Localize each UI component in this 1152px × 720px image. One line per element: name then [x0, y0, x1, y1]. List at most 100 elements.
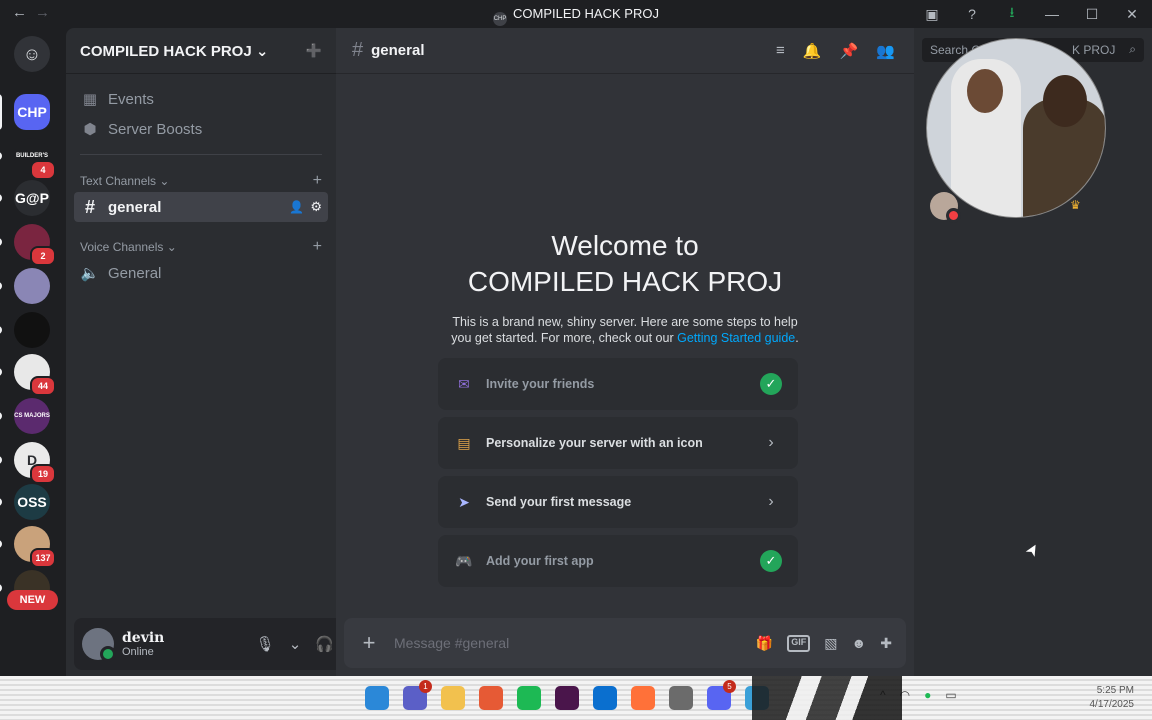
member-list: Search C K PROJ ⌕ ♛ ➤ [914, 28, 1152, 676]
server-icon-label: BUILDER'S [15, 153, 49, 159]
channel-title: general [371, 42, 425, 59]
unread-pip [0, 540, 2, 548]
hash-icon: # [352, 39, 364, 61]
onboarding-step[interactable]: 🎮 Add your first app ✓ [438, 535, 798, 587]
welcome-description: This is a brand new, shiny server. Here … [451, 315, 799, 345]
discord-taskbar-icon[interactable]: 5 [707, 680, 736, 710]
files-taskbar-icon[interactable] [441, 686, 465, 710]
gif-button[interactable]: GIF [787, 634, 811, 652]
server-icon[interactable]: OSS [14, 484, 50, 520]
hash-icon: # [84, 196, 95, 217]
new-badge[interactable]: NEW [7, 590, 58, 610]
download-icon[interactable]: ⭳ [992, 2, 1032, 26]
server-icon[interactable]: CS MAJORS [14, 398, 50, 434]
onboarding-step[interactable]: ➤ Send your first message › [438, 476, 798, 528]
server-icon-label: CS MAJORS [14, 413, 50, 419]
step-icon: 🎮 [455, 553, 473, 569]
bell-icon[interactable]: 🔔 [803, 42, 822, 60]
headset-icon[interactable]: 🎧 [315, 635, 334, 653]
server-icon-label: G@P [15, 190, 49, 206]
vscode-taskbar-icon[interactable] [593, 686, 617, 710]
unread-pip [0, 152, 2, 160]
checkmark-icon: ✓ [760, 373, 782, 395]
discord-home-icon[interactable]: ☺ [14, 36, 50, 72]
step-icon: ✉ [458, 376, 470, 392]
chevron-right-icon: › [768, 493, 774, 510]
sticker-icon[interactable]: ▧ [824, 635, 837, 652]
getting-started-link[interactable]: Getting Started guide [677, 331, 795, 345]
server-icon[interactable] [14, 268, 50, 304]
server-icon[interactable]: BUILDER'S 4 [14, 138, 56, 180]
username: devin [122, 630, 165, 646]
maximize-button[interactable]: ☐ [1072, 6, 1112, 23]
text-channels-category[interactable]: Text Channels ⌄ + [80, 172, 322, 190]
avatar[interactable] [82, 628, 116, 662]
store-taskbar-icon[interactable] [479, 686, 503, 710]
server-boosts-link[interactable]: ⬢ Server Boosts [74, 114, 328, 144]
chevron-down-icon: ⌄ [159, 174, 170, 188]
unread-pip [0, 498, 2, 506]
slack-taskbar-icon[interactable] [555, 686, 579, 710]
search-icon: ⌕ [1129, 42, 1136, 56]
server-icon-label: OSS [17, 494, 47, 510]
channel-settings-gear-icon[interactable]: ⚙ [310, 199, 322, 215]
server-icon[interactable]: 137 [14, 526, 56, 568]
server-icon[interactable]: G@P [14, 180, 50, 216]
emoji-icon[interactable]: ☻ [852, 635, 867, 652]
create-invite-icon[interactable]: 👤 [289, 200, 304, 214]
unread-pip [0, 282, 2, 290]
gift-icon[interactable]: 🎁 [756, 635, 773, 652]
pin-icon[interactable]: 📌 [839, 42, 858, 60]
message-input[interactable]: Message #general [394, 635, 509, 651]
server-icon[interactable]: D 19 [14, 442, 56, 484]
inbox-icon[interactable]: ▣ [912, 6, 952, 23]
settings-taskbar-icon[interactable] [669, 686, 693, 710]
help-icon[interactable]: ? [952, 6, 992, 22]
unread-pip [0, 326, 2, 334]
welcome-block: Welcome to COMPILED HACK PROJ This is a b… [336, 228, 914, 346]
onboarding-step[interactable]: ▤ Personalize your server with an icon › [438, 417, 798, 469]
mention-badge: 4 [30, 160, 56, 180]
unread-pip [0, 368, 2, 376]
channel-general-text[interactable]: # general 👤 ⚙ [74, 192, 328, 222]
add-channel-icon[interactable]: + [313, 172, 322, 190]
server-header[interactable]: COMPILED HACK PROJ ⌄ ➕ [66, 28, 336, 74]
battery-icon[interactable]: ▭ [945, 688, 956, 702]
unread-pip [0, 238, 2, 246]
spotify-taskbar-icon[interactable] [517, 686, 541, 710]
server-icon[interactable]: 44 [14, 354, 56, 396]
active-server-pip [0, 94, 2, 130]
start-taskbar-icon[interactable] [365, 686, 389, 710]
server-icon[interactable] [14, 312, 50, 348]
calendar-icon: ▦ [82, 91, 98, 108]
server-icon[interactable]: CHP [14, 94, 50, 130]
minimize-button[interactable]: — [1032, 6, 1072, 22]
unread-pip [0, 412, 2, 420]
onboarding-step[interactable]: ✉ Invite your friends ✓ [438, 358, 798, 410]
voice-channels-category[interactable]: Voice Channels ⌄ + [80, 238, 322, 256]
add-channel-icon[interactable]: + [313, 238, 322, 256]
invite-people-icon[interactable]: ➕ [306, 43, 322, 59]
teams-taskbar-icon[interactable]: 1 [403, 680, 432, 710]
close-button[interactable]: ✕ [1112, 6, 1152, 23]
server-icon[interactable]: 2 [14, 224, 56, 266]
threads-icon[interactable]: ≡ [776, 42, 785, 60]
microphone-icon[interactable]: 🎙 [256, 635, 275, 653]
channel-sidebar: COMPILED HACK PROJ ⌄ ➕ ▦ Events ⬢ Server B… [66, 28, 396, 676]
microphone-tray-icon[interactable]: ● [924, 688, 931, 702]
firefox-taskbar-icon[interactable] [631, 686, 655, 710]
window-titlebar: ← → CHP COMPILED HACK PROJ ▣ ? ⭳ — ☐ ✕ [0, 0, 1152, 28]
upload-plus-icon[interactable]: + [358, 630, 380, 656]
channel-general-voice[interactable]: 🔈 General [74, 258, 328, 288]
step-label: Add your first app [486, 554, 594, 568]
member-list-icon[interactable]: 👥 [876, 42, 895, 60]
os-taskbar: 15 ^ ◠ ● ▭ 5:25 PM 4/17/2025 [0, 676, 1152, 720]
events-link[interactable]: ▦ Events [74, 84, 328, 114]
speaker-icon: 🔈 [80, 265, 100, 282]
apps-icon[interactable]: ✚ [880, 635, 892, 652]
background-wallpaper-fragment [752, 676, 902, 720]
clock[interactable]: 5:25 PM 4/17/2025 [1090, 684, 1135, 712]
message-composer[interactable]: + Message #general 🎁 GIF ▧ ☻ ✚ [344, 618, 906, 668]
webcam-overlay [926, 38, 1106, 218]
chevron-down-icon[interactable]: ⌄ [289, 635, 302, 653]
